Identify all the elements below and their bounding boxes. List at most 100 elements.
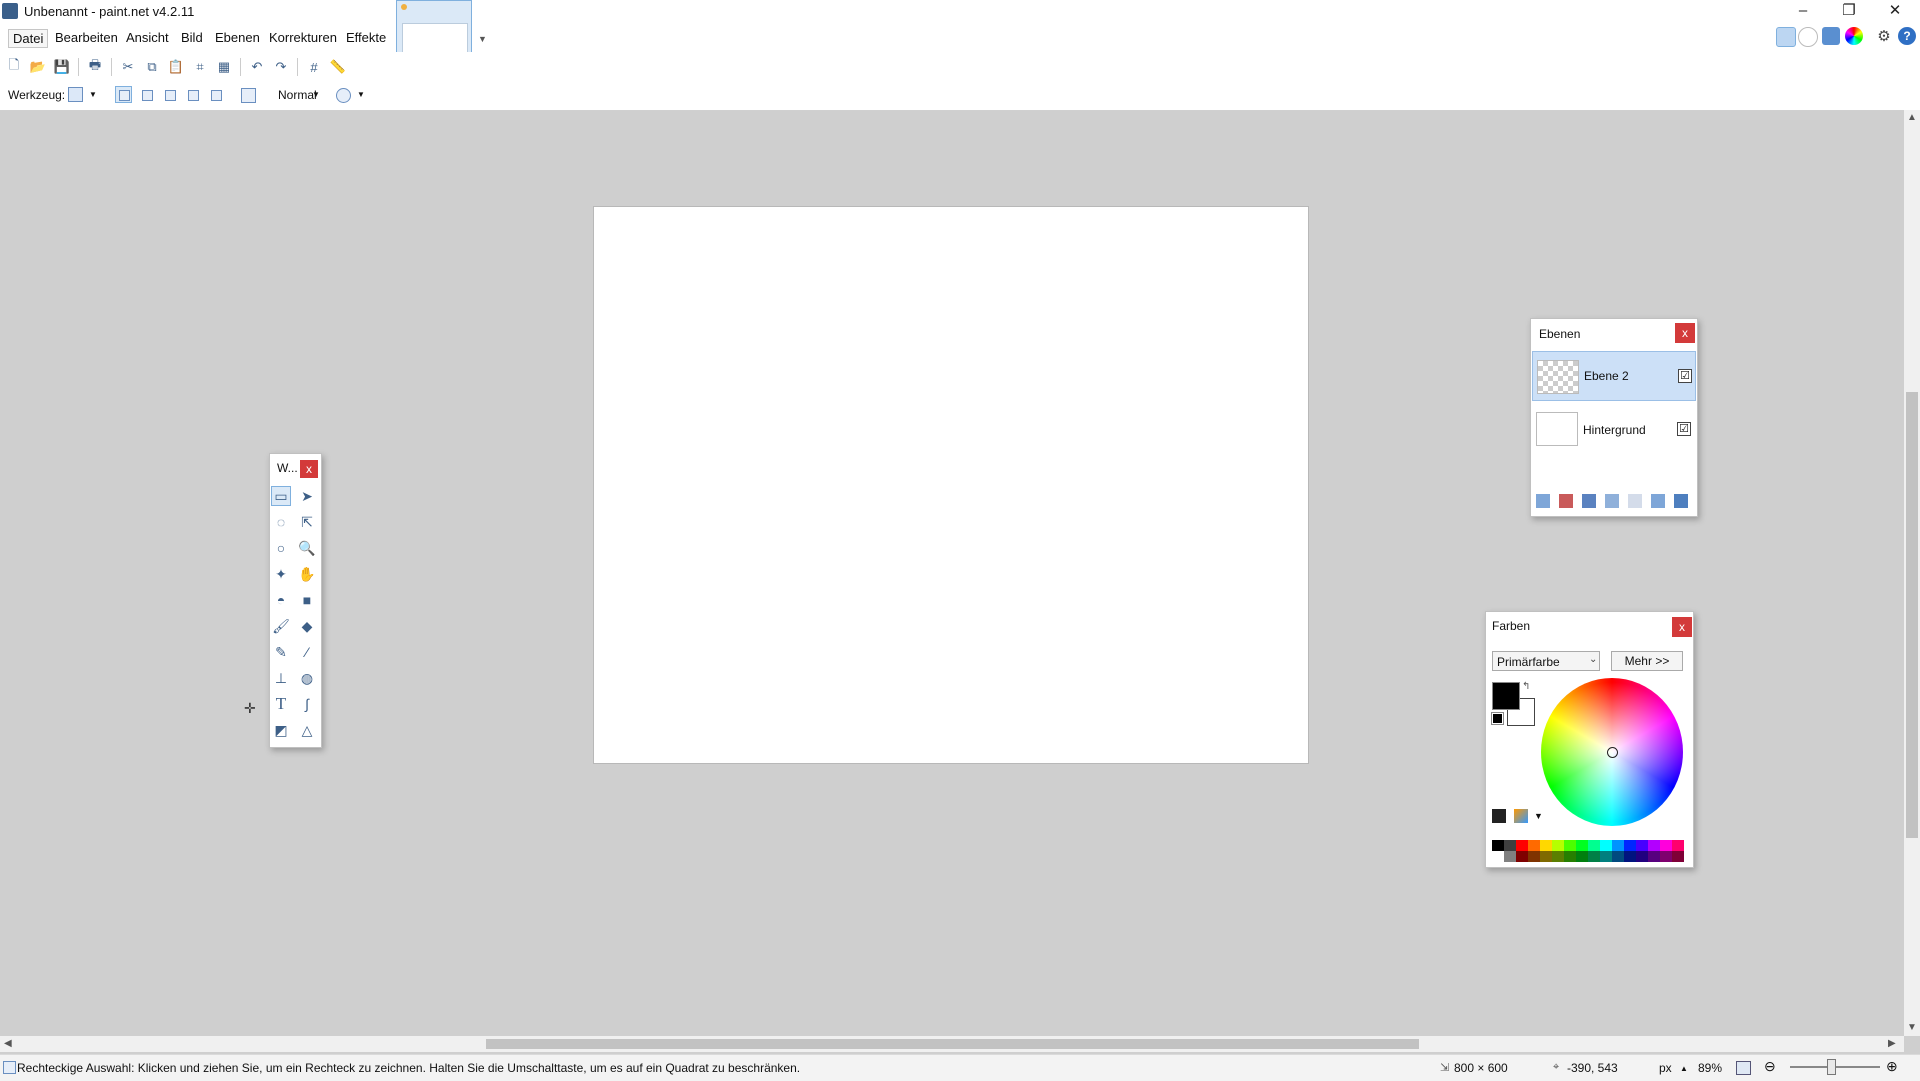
layer-item-hintergrund[interactable]: Hintergrund ☑ <box>1532 406 1696 456</box>
eraser-tool-icon[interactable]: ◆ <box>297 616 317 636</box>
palette-color-cell[interactable] <box>1588 851 1600 862</box>
palette-color-cell[interactable] <box>1516 851 1528 862</box>
antialiasing-dropdown-icon[interactable]: ▼ <box>357 90 365 99</box>
paintbrush-tool-icon[interactable]: 🖌 <box>271 616 291 636</box>
selection-mode-exclude[interactable] <box>161 86 178 103</box>
color-mode-select[interactable]: Primärfarbe <box>1492 651 1600 671</box>
palette-color-cell[interactable] <box>1648 851 1660 862</box>
palette-color-cell[interactable] <box>1516 840 1528 851</box>
add-layer-icon[interactable] <box>1536 494 1550 508</box>
palette-color-cell[interactable] <box>1504 840 1516 851</box>
delete-layer-icon[interactable] <box>1559 494 1573 508</box>
zoom-slider-thumb[interactable] <box>1826 1059 1836 1075</box>
settings-gear-icon[interactable]: ⚙ <box>1875 27 1893 45</box>
triangle-shape-tool-icon[interactable]: △ <box>297 720 317 740</box>
copy-icon[interactable]: ⧉ <box>144 59 160 75</box>
selection-mode-xor[interactable] <box>207 86 224 103</box>
selection-mode-replace[interactable] <box>115 86 132 103</box>
paste-icon[interactable]: 📋 <box>168 59 184 75</box>
undo-icon[interactable]: ↶ <box>249 59 265 75</box>
palette-color-cell[interactable] <box>1528 840 1540 851</box>
palette-color-cell[interactable] <box>1660 851 1672 862</box>
palette-color-cell[interactable] <box>1600 851 1612 862</box>
layers-close-button[interactable]: x <box>1675 323 1695 343</box>
scroll-right-icon[interactable]: ▶ <box>1888 1038 1896 1049</box>
move-selected-pixels-tool-icon[interactable]: ➤ <box>297 486 317 506</box>
ellipse-select-tool-icon[interactable]: ○ <box>271 538 291 558</box>
menu-ansicht[interactable]: Ansicht <box>122 29 173 46</box>
menu-bild[interactable]: Bild <box>177 29 207 46</box>
palette-color-cell[interactable] <box>1588 840 1600 851</box>
palette-color-cell[interactable] <box>1636 840 1648 851</box>
palette-color-cell[interactable] <box>1504 851 1516 862</box>
merge-layer-down-icon[interactable] <box>1605 494 1619 508</box>
menu-ebenen[interactable]: Ebenen <box>211 29 264 46</box>
image-canvas[interactable] <box>594 207 1308 763</box>
save-icon[interactable]: 💾 <box>54 59 70 75</box>
color-wheel-cursor[interactable] <box>1607 747 1618 758</box>
tools-toggle-icon[interactable] <box>1776 27 1796 47</box>
recolor-tool-icon[interactable]: ◍ <box>297 668 317 688</box>
menu-effekte[interactable]: Effekte <box>342 29 390 46</box>
text-tool-icon[interactable]: T <box>271 694 291 714</box>
unit-dropdown-icon[interactable]: ▲ <box>1680 1064 1688 1073</box>
ruler-icon[interactable]: 📏 <box>330 59 346 75</box>
menu-bearbeiten[interactable]: Bearbeiten <box>51 29 122 46</box>
palette-color-cell[interactable] <box>1564 851 1576 862</box>
palette-color-cell[interactable] <box>1672 840 1684 851</box>
selection-mode-intersect[interactable] <box>184 86 201 103</box>
new-file-icon[interactable]: 🗋 <box>6 57 22 75</box>
rectangle-select-tool-icon[interactable]: ▭ <box>271 486 291 506</box>
zoom-tool-icon[interactable]: 🔍 <box>297 538 317 558</box>
palette-color-cell[interactable] <box>1540 851 1552 862</box>
menu-datei[interactable]: Datei <box>8 29 49 48</box>
grid-icon[interactable]: # <box>306 59 322 75</box>
blend-mode-select[interactable]: Normal <box>278 88 317 102</box>
maximize-button[interactable]: ❐ <box>1826 0 1872 24</box>
zoom-to-window-icon[interactable] <box>1736 1061 1751 1075</box>
clone-stamp-tool-icon[interactable]: ⊥ <box>271 668 291 688</box>
tools-close-button[interactable]: x <box>300 460 318 478</box>
palette-color-cell[interactable] <box>1612 840 1624 851</box>
swap-colors-icon[interactable]: ↰ <box>1522 681 1530 692</box>
color-picker-tool-icon[interactable]: ⁄ <box>297 642 317 662</box>
palette-color-cell[interactable] <box>1540 840 1552 851</box>
crop-to-selection-icon[interactable]: ⌗ <box>192 59 208 75</box>
palette-color-cell[interactable] <box>1528 851 1540 862</box>
layer-properties-icon[interactable] <box>1674 494 1688 508</box>
blend-mode-dropdown-icon[interactable]: ▼ <box>312 90 320 99</box>
cut-icon[interactable]: ✂ <box>120 59 136 75</box>
colors-toggle-icon[interactable] <box>1845 27 1863 45</box>
palette-color-cell[interactable] <box>1600 840 1612 851</box>
palette-color-cell[interactable] <box>1624 840 1636 851</box>
move-layer-down-icon[interactable] <box>1651 494 1665 508</box>
palette-color-cell[interactable] <box>1492 840 1504 851</box>
palette-color-cell[interactable] <box>1576 851 1588 862</box>
scroll-down-icon[interactable]: ▼ <box>1907 1022 1917 1033</box>
antialiasing-icon[interactable] <box>336 88 351 103</box>
pan-tool-icon[interactable]: ✋ <box>297 564 317 584</box>
layer-visibility-checkbox[interactable]: ☑ <box>1678 369 1692 383</box>
gradient-tool-icon[interactable]: ■ <box>297 590 317 610</box>
palette-default-icon[interactable] <box>1492 809 1506 823</box>
palette-color-cell[interactable] <box>1552 840 1564 851</box>
scroll-up-icon[interactable]: ▲ <box>1907 112 1917 123</box>
duplicate-layer-icon[interactable] <box>1582 494 1596 508</box>
zoom-in-icon[interactable]: ⊕ <box>1886 1058 1898 1075</box>
minimize-button[interactable]: – <box>1780 0 1826 24</box>
palette-color-cell[interactable] <box>1492 851 1504 862</box>
line-curve-tool-icon[interactable]: ∫ <box>297 694 317 714</box>
history-icon[interactable] <box>1798 27 1818 47</box>
deselect-icon[interactable]: ▦ <box>216 59 232 75</box>
move-layer-up-icon[interactable] <box>1628 494 1642 508</box>
zoom-value[interactable]: 89% <box>1698 1061 1722 1075</box>
redo-icon[interactable]: ↷ <box>273 59 289 75</box>
palette-color-cell[interactable] <box>1552 851 1564 862</box>
lasso-select-tool-icon[interactable]: ◌ <box>271 512 291 532</box>
palette-color-cell[interactable] <box>1564 840 1576 851</box>
palette-color-cell[interactable] <box>1648 840 1660 851</box>
selection-mode-union[interactable] <box>138 86 155 103</box>
shapes-tool-icon[interactable]: ◩ <box>271 720 291 740</box>
layer-visibility-checkbox[interactable]: ☑ <box>1677 422 1691 436</box>
unit-select[interactable]: px <box>1659 1061 1672 1075</box>
